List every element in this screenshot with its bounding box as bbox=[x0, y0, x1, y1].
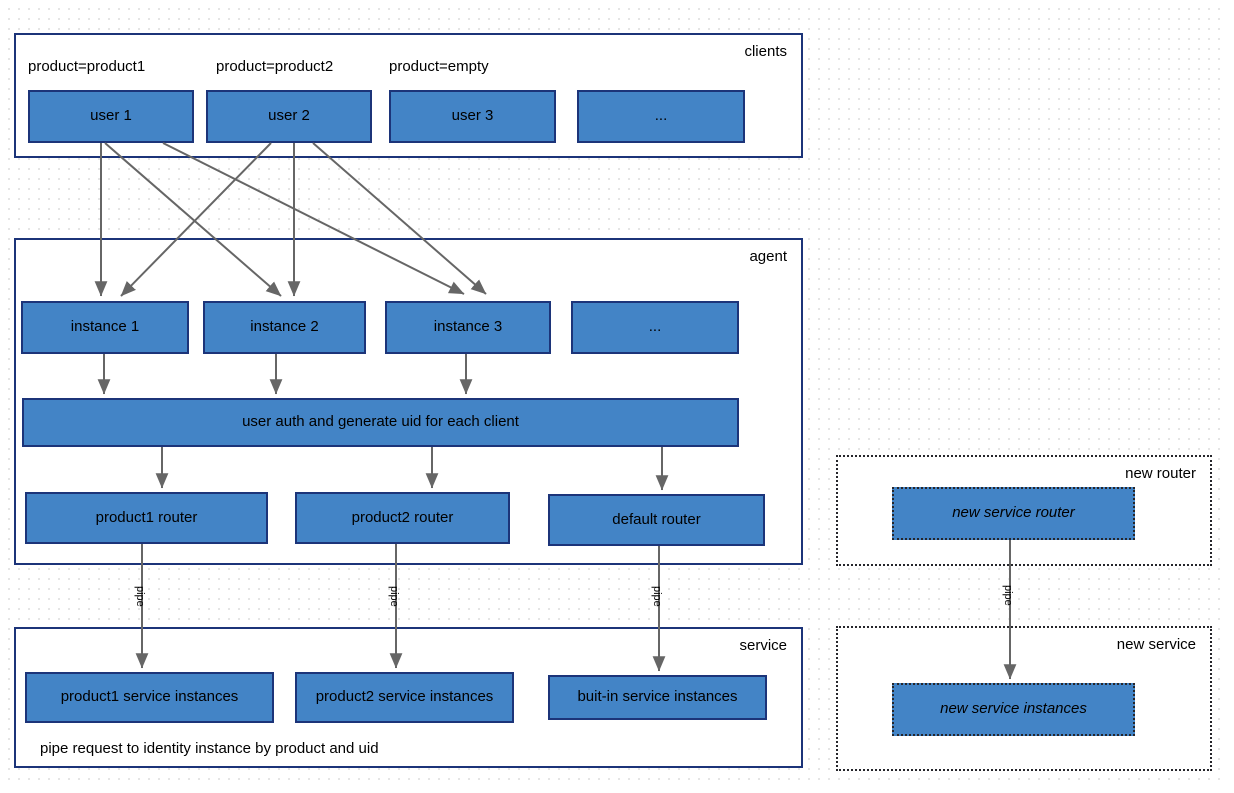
panel-service-footnote: pipe request to identity instance by pro… bbox=[40, 740, 379, 757]
panel-agent-title: agent bbox=[749, 248, 787, 265]
node-user-auth-bar[interactable]: user auth and generate uid for each clie… bbox=[22, 398, 739, 447]
edge-label-pipe-default: pipe bbox=[651, 586, 663, 607]
client-label-product2: product=product2 bbox=[216, 58, 334, 75]
node-new-service-instances[interactable]: new service instances bbox=[892, 683, 1135, 736]
node-instance-2[interactable]: instance 2 bbox=[203, 301, 366, 354]
panel-service-title: service bbox=[739, 637, 787, 654]
panel-new-service-title: new service bbox=[1116, 636, 1196, 653]
node-product1-service-instances[interactable]: product1 service instances bbox=[25, 672, 274, 723]
node-new-service-router[interactable]: new service router bbox=[892, 487, 1135, 540]
node-product1-router[interactable]: product1 router bbox=[25, 492, 268, 544]
node-builtin-service-instances[interactable]: buit-in service instances bbox=[548, 675, 767, 720]
page-margin-right bbox=[1228, 0, 1234, 793]
node-instance-3[interactable]: instance 3 bbox=[385, 301, 551, 354]
client-label-empty: product=empty bbox=[389, 58, 489, 75]
node-user-1[interactable]: user 1 bbox=[28, 90, 194, 143]
client-label-product1: product=product1 bbox=[28, 58, 146, 75]
page-margin-left bbox=[0, 0, 6, 793]
node-user-2[interactable]: user 2 bbox=[206, 90, 372, 143]
node-user-more[interactable]: ... bbox=[577, 90, 745, 143]
node-user-3[interactable]: user 3 bbox=[389, 90, 556, 143]
edge-label-pipe-product2: pipe bbox=[388, 586, 400, 607]
edge-label-pipe-product1: pipe bbox=[134, 586, 146, 607]
node-instance-more[interactable]: ... bbox=[571, 301, 739, 354]
panel-new-router-title: new router bbox=[1125, 465, 1196, 482]
node-default-router[interactable]: default router bbox=[548, 494, 765, 546]
node-instance-1[interactable]: instance 1 bbox=[21, 301, 189, 354]
edge-label-pipe-new-service: pipe bbox=[1002, 585, 1014, 606]
panel-clients-title: clients bbox=[744, 43, 787, 60]
page-margin-bottom bbox=[0, 785, 1234, 793]
page-margin-top bbox=[0, 0, 1234, 8]
node-product2-service-instances[interactable]: product2 service instances bbox=[295, 672, 514, 723]
node-product2-router[interactable]: product2 router bbox=[295, 492, 510, 544]
diagram-canvas: clients product=product1 product=product… bbox=[0, 0, 1234, 793]
